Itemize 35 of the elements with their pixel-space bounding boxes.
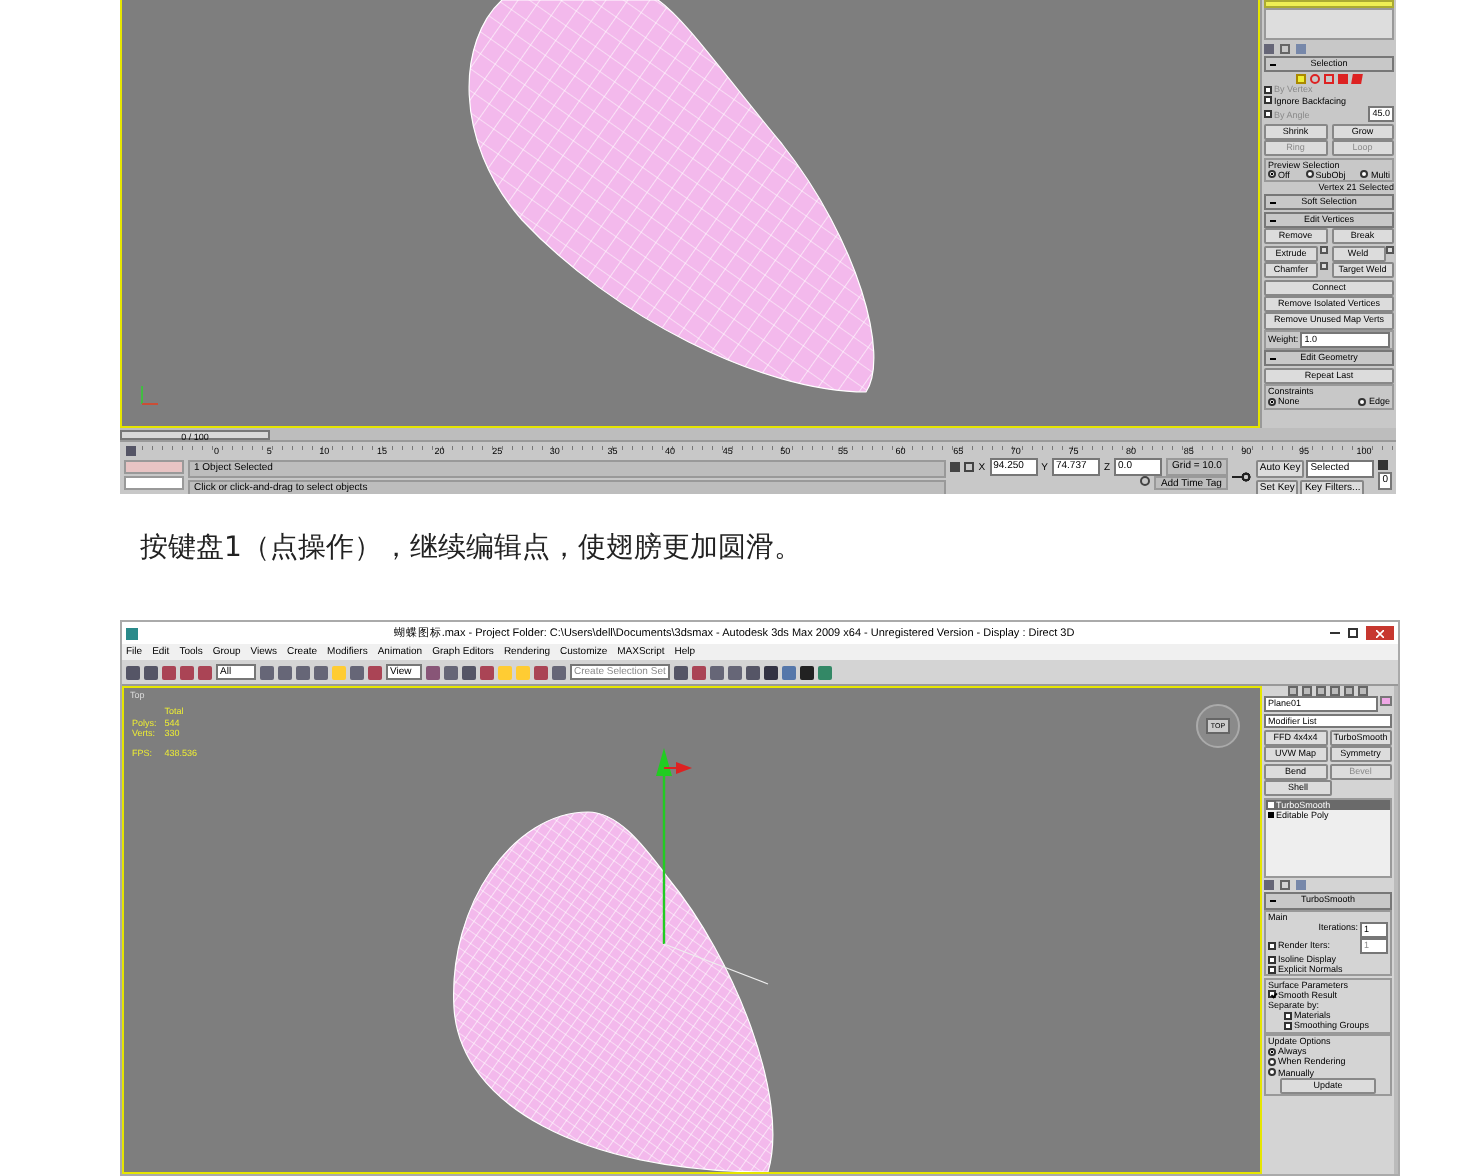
script-field[interactable] bbox=[124, 460, 184, 474]
radio-button[interactable] bbox=[1268, 1057, 1276, 1066]
checkbox[interactable] bbox=[1268, 965, 1276, 974]
close-button[interactable] bbox=[1366, 626, 1394, 640]
polygon-mode-icon[interactable] bbox=[1338, 73, 1348, 84]
close-icon[interactable] bbox=[1376, 629, 1384, 637]
checkbox[interactable] bbox=[1264, 96, 1272, 105]
radio-button[interactable] bbox=[1268, 398, 1276, 407]
settings-icon[interactable] bbox=[1319, 262, 1327, 271]
app-icon[interactable] bbox=[126, 627, 138, 639]
vertex-mode-icon[interactable] bbox=[1296, 73, 1306, 84]
radio-button[interactable] bbox=[1305, 170, 1314, 179]
edge-mode-icon[interactable] bbox=[1310, 73, 1320, 84]
stack-field[interactable] bbox=[1264, 0, 1394, 8]
radio-button[interactable] bbox=[1268, 1068, 1276, 1077]
radio-button[interactable] bbox=[1268, 1047, 1276, 1056]
border-mode-icon[interactable] bbox=[1324, 73, 1334, 84]
maximize-icon[interactable] bbox=[1348, 628, 1358, 638]
checkbox[interactable] bbox=[1268, 942, 1276, 951]
checkbox[interactable] bbox=[1268, 990, 1276, 999]
checkbox[interactable] bbox=[1284, 1022, 1292, 1030]
caption-text: 按键盘1（点操作），继续编辑点，使翅膀更加圆滑。 bbox=[140, 530, 804, 566]
element-mode-icon[interactable] bbox=[1351, 73, 1363, 84]
object-color-swatch[interactable] bbox=[1380, 696, 1392, 707]
axis-icon bbox=[141, 385, 159, 405]
checkbox[interactable] bbox=[1268, 955, 1276, 964]
radio-button[interactable] bbox=[1268, 170, 1276, 179]
radio-button[interactable] bbox=[1360, 170, 1369, 179]
checkbox[interactable] bbox=[1284, 1011, 1292, 1020]
radio-button[interactable] bbox=[1358, 398, 1367, 407]
settings-icon[interactable] bbox=[1319, 245, 1327, 254]
settings-icon[interactable] bbox=[1386, 245, 1394, 254]
time-tag-icon[interactable] bbox=[1140, 476, 1151, 486]
script-field[interactable] bbox=[124, 476, 184, 490]
key-icon[interactable] bbox=[1231, 469, 1252, 483]
